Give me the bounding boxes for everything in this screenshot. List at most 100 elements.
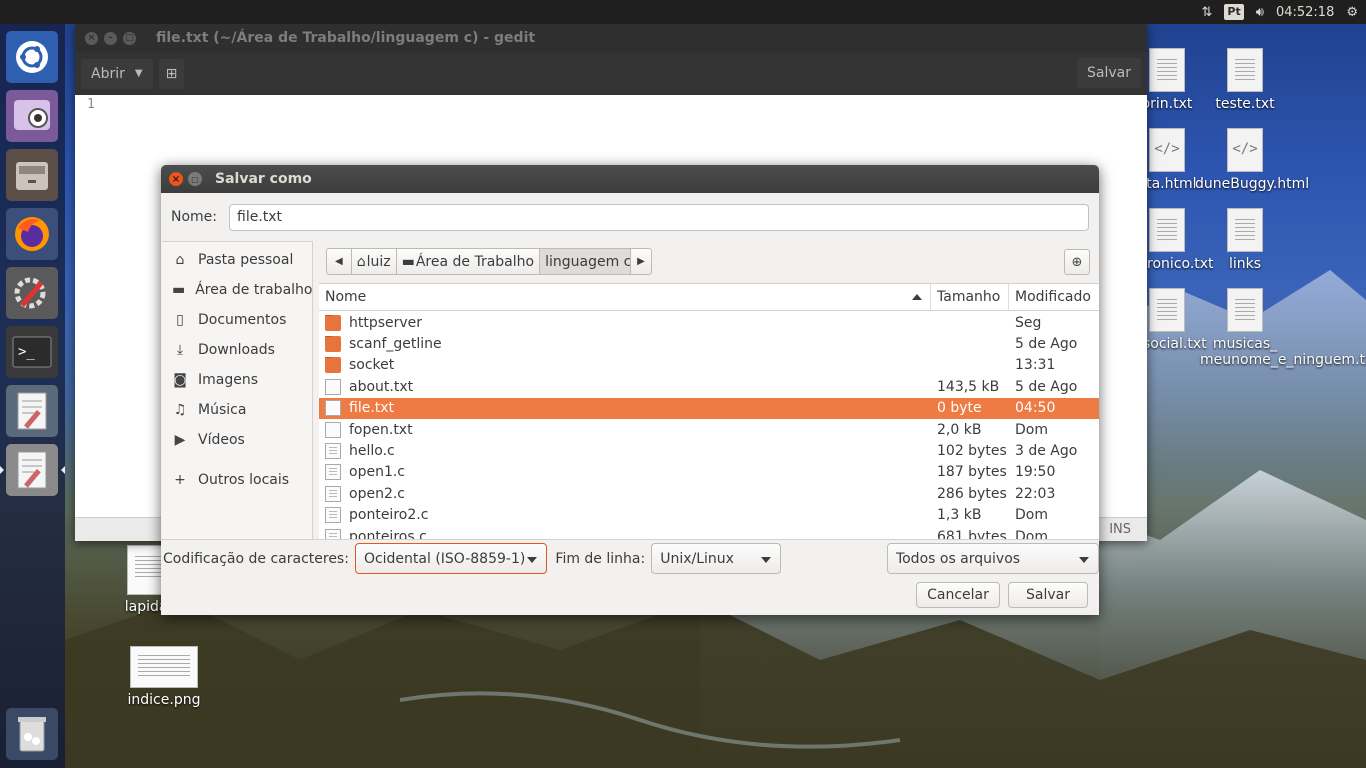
file-name: about.txt — [349, 378, 414, 395]
sidebar-item-downloads[interactable]: ⤓ Downloads — [162, 335, 312, 365]
file-row[interactable]: ponteiros.c 681 bytes Dom — [319, 526, 1099, 539]
path-forward-button[interactable]: ▶ — [630, 248, 652, 275]
encoding-select[interactable]: Ocidental (ISO-8859-1) — [354, 543, 548, 574]
cancel-button[interactable]: Cancelar — [916, 582, 1000, 608]
open-button[interactable]: Abrir ▼ — [81, 58, 153, 89]
clock[interactable]: 04:52:18 — [1270, 0, 1340, 24]
file-row[interactable]: fopen.txt 2,0 kB Dom — [319, 419, 1099, 440]
desktop-file[interactable]: teste.txt — [1195, 48, 1295, 112]
new-folder-button[interactable]: ⊕ — [1064, 249, 1090, 275]
column-header-modified[interactable]: Modificado — [1009, 284, 1099, 310]
close-icon[interactable]: × — [85, 31, 98, 45]
file-row[interactable]: open2.c 286 bytes 22:03 — [319, 483, 1099, 504]
column-header-label: Tamanho — [937, 289, 1001, 305]
file-row[interactable]: ponteiro2.c 1,3 kB Dom — [319, 505, 1099, 526]
gedit-window-title: file.txt (~/Área de Trabalho/linguagem c… — [156, 30, 536, 46]
new-tab-button[interactable]: ⊞ — [158, 58, 185, 89]
options-row: Codificação de caracteres: Ocidental (IS… — [161, 539, 1099, 577]
file-modified: 5 de Ago — [1015, 336, 1078, 353]
volume-icon[interactable]: 🔊︎ — [1250, 0, 1270, 24]
file-modified: Dom — [1015, 528, 1048, 539]
keyboard-layout-indicator[interactable]: Pt — [1218, 0, 1249, 24]
text-editor-icon[interactable] — [6, 385, 58, 437]
desktop-file[interactable]: indice.png — [114, 646, 214, 708]
dropdown-arrow-icon — [527, 557, 538, 563]
file-size: 143,5 kB — [937, 378, 1000, 395]
path-segment-current[interactable]: linguagem c — [539, 248, 632, 275]
sidebar-item-home[interactable]: ⌂ Pasta pessoal — [162, 245, 312, 275]
save-button[interactable]: Salvar — [1077, 58, 1141, 88]
new-tab-icon: ⊞ — [165, 65, 178, 82]
filename-row: Nome: file.txt — [171, 203, 1089, 231]
file-row[interactable]: file.txt 0 byte 04:50 — [319, 397, 1099, 419]
maximize-icon[interactable]: □ — [188, 172, 202, 186]
file-row[interactable]: httpserver Seg — [319, 312, 1099, 333]
open-button-label: Abrir — [91, 65, 125, 82]
text-file-icon — [1149, 48, 1185, 92]
dropdown-arrow-icon — [1079, 557, 1089, 563]
close-icon[interactable]: × — [169, 172, 183, 186]
column-header-name[interactable]: Nome — [319, 284, 931, 310]
file-name: ponteiro2.c — [349, 507, 429, 524]
files-app-icon[interactable] — [6, 149, 58, 201]
file-name: scanf_getline — [349, 336, 442, 353]
file-name-cell: httpserver — [319, 314, 931, 331]
file-row[interactable]: scanf_getline 5 de Ago — [319, 333, 1099, 354]
sidebar-item-other-locations[interactable]: + Outros locais — [162, 465, 312, 495]
gedit-running-icon[interactable] — [0, 444, 65, 496]
file-size: 1,3 kB — [937, 507, 982, 524]
desktop-file-label: links — [1228, 256, 1262, 272]
settings-gear-icon[interactable]: ⚙ — [1340, 0, 1366, 24]
download-icon: ⤓ — [176, 342, 184, 358]
filename-input[interactable]: file.txt — [229, 203, 1089, 231]
file-name: httpserver — [349, 314, 423, 331]
desktop-file[interactable]: musicas_ meunome_e_ninguem.txt — [1195, 288, 1366, 368]
insert-mode-indicator[interactable]: INS — [1109, 522, 1131, 537]
sidebar-item-videos[interactable]: ▶ Vídeos — [162, 425, 312, 455]
line-end-select[interactable]: Unix/Linux — [651, 543, 781, 574]
network-icon[interactable]: ⇅ — [1196, 0, 1219, 24]
sidebar-item-pictures[interactable]: ◙ Imagens — [162, 365, 312, 395]
file-row[interactable]: open1.c 187 bytes 19:50 — [319, 462, 1099, 483]
minimize-icon[interactable]: – — [104, 31, 117, 45]
folder-icon — [325, 314, 341, 331]
desktop-file-label: indice.png — [127, 692, 201, 708]
desktop-file-label: musicas_ — [1212, 336, 1278, 352]
file-row[interactable]: about.txt 143,5 kB 5 de Ago — [319, 376, 1099, 397]
save-button[interactable]: Salvar — [1008, 582, 1088, 608]
file-modified: 19:50 — [1015, 464, 1056, 481]
path-segment-home[interactable]: ⌂ luiz — [350, 248, 397, 275]
file-filter-select[interactable]: Todos os arquivos — [886, 543, 1099, 574]
file-name-cell: open1.c — [319, 464, 931, 481]
source-code-file-icon — [325, 443, 341, 460]
desktop-file[interactable]: </> duneBuggy.html — [1195, 128, 1309, 192]
maximize-icon[interactable]: □ — [123, 31, 136, 45]
sidebar-separator — [162, 455, 312, 465]
file-name-cell: open2.c — [319, 485, 931, 502]
firefox-icon[interactable] — [6, 208, 58, 260]
path-back-button[interactable]: ◀ — [326, 248, 352, 275]
file-modified: 22:03 — [1015, 485, 1056, 502]
sidebar-item-desktop[interactable]: ▬ Área de trabalho — [162, 275, 312, 305]
ubuntu-dash-icon[interactable] — [6, 31, 58, 83]
trash-icon[interactable] — [6, 708, 58, 760]
desktop-file[interactable]: links — [1195, 208, 1295, 272]
column-header-size[interactable]: Tamanho — [931, 284, 1009, 310]
source-code-file-icon — [325, 528, 341, 539]
software-updater-icon[interactable] — [6, 267, 58, 319]
webcam-app-icon[interactable] — [6, 90, 58, 142]
sidebar-item-music[interactable]: ♫ Música — [162, 395, 312, 425]
file-filter-value: Todos os arquivos — [895, 550, 1021, 567]
file-row[interactable]: hello.c 102 bytes 3 de Ago — [319, 440, 1099, 461]
file-name: hello.c — [349, 443, 395, 460]
terminal-icon[interactable]: >_ — [6, 326, 58, 378]
text-file-icon — [1149, 288, 1185, 332]
sidebar-item-documents[interactable]: ▯ Documentos — [162, 305, 312, 335]
file-size: 102 bytes — [937, 443, 1007, 460]
file-row[interactable]: socket 13:31 — [319, 355, 1099, 376]
sidebar-item-label: Pasta pessoal — [198, 252, 294, 268]
desktop-file-label-extra: meunome_e_ninguem.txt — [1200, 352, 1366, 368]
home-icon: ⌂ — [175, 252, 185, 268]
source-code-file-icon — [325, 485, 341, 502]
path-segment-desktop[interactable]: ▬ Área de Trabalho — [395, 248, 541, 275]
